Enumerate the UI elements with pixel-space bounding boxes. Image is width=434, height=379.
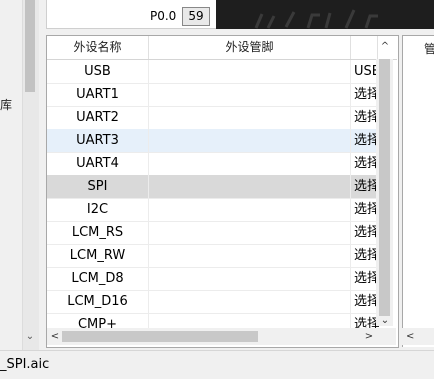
cell-peripheral-name: UART3 — [47, 129, 149, 152]
table-row[interactable]: I2C 选择 — [47, 198, 379, 222]
right-table-header: 管 — [424, 42, 434, 56]
chip-image — [216, 0, 434, 29]
cell-peripheral-name: LCM_RW — [47, 244, 149, 267]
cell-peripheral-name: UART1 — [47, 83, 149, 106]
cell-peripheral-pin — [149, 106, 351, 129]
table-header: 外设名称 外设管脚 — [47, 36, 397, 60]
cell-select-action[interactable]: 选择 — [352, 152, 379, 175]
cell-select-action[interactable]: 选择 — [352, 83, 379, 106]
scroll-left-icon[interactable]: < — [48, 328, 62, 345]
scroll-up-icon[interactable]: ^ — [377, 38, 393, 56]
cell-peripheral-pin — [149, 221, 351, 244]
table-row[interactable]: USB USB — [47, 60, 379, 84]
table-row[interactable]: UART3 选择 — [47, 129, 379, 153]
table-row[interactable]: LCM_RW 选择 — [47, 244, 379, 268]
column-header-action[interactable] — [351, 36, 378, 59]
column-header-name[interactable]: 外设名称 — [47, 36, 149, 59]
cell-peripheral-name: SPI — [47, 175, 149, 198]
port-label: P0.0 — [150, 9, 177, 23]
scroll-right-icon[interactable]: > — [362, 328, 376, 345]
cell-select-action[interactable]: 选择 — [352, 267, 379, 290]
cell-peripheral-name: USB — [47, 60, 149, 83]
status-bar — [0, 350, 434, 379]
table-row[interactable]: SPI 选择 — [47, 175, 379, 199]
scrollbar-corner — [377, 328, 396, 345]
cell-select-action[interactable]: 选择 — [352, 129, 379, 152]
status-filename: _SPI.aic — [0, 357, 50, 372]
cell-peripheral-pin — [149, 198, 351, 221]
column-header-pin[interactable]: 外设管脚 — [149, 36, 351, 59]
cell-peripheral-pin — [149, 290, 351, 313]
cell-peripheral-name: UART4 — [47, 152, 149, 175]
cell-peripheral-name: LCM_RS — [47, 221, 149, 244]
table-row[interactable]: UART2 选择 — [47, 106, 379, 130]
cell-peripheral-pin — [149, 60, 351, 83]
right-table-panel — [402, 35, 434, 347]
cell-select-action[interactable]: 选择 — [352, 198, 379, 221]
table-row[interactable]: LCM_D16 选择 — [47, 290, 379, 314]
cell-peripheral-pin — [149, 129, 351, 152]
port-value-box[interactable]: 59 — [182, 7, 210, 26]
cell-select-action[interactable]: 选择 — [352, 244, 379, 267]
scroll-down-icon[interactable]: ⌄ — [22, 328, 38, 346]
cell-peripheral-name: UART2 — [47, 106, 149, 129]
table-row[interactable]: UART4 选择 — [47, 152, 379, 176]
cell-peripheral-name: I2C — [47, 198, 149, 221]
cell-select-action[interactable]: 选择 — [352, 221, 379, 244]
cell-select-action[interactable]: USB — [352, 60, 379, 83]
cell-peripheral-pin — [149, 244, 351, 267]
table-row[interactable]: UART1 选择 — [47, 83, 379, 107]
table-vertical-scroll-thumb[interactable] — [379, 59, 390, 316]
cell-select-action[interactable]: 选择 — [352, 290, 379, 313]
cell-peripheral-pin — [149, 152, 351, 175]
table-row[interactable]: LCM_RS 选择 — [47, 221, 379, 245]
scroll-left-icon[interactable]: < — [406, 328, 414, 345]
scroll-down-icon[interactable]: ⌄ — [377, 314, 393, 328]
cell-peripheral-pin — [149, 175, 351, 198]
left-panel-partial-text: 库 — [0, 98, 13, 112]
left-panel-scroll-thumb[interactable] — [25, 0, 35, 92]
cell-peripheral-pin — [149, 267, 351, 290]
table-row[interactable]: LCM_D8 选择 — [47, 267, 379, 291]
cell-peripheral-name: LCM_D8 — [47, 267, 149, 290]
cell-select-action[interactable]: 选择 — [352, 106, 379, 129]
chip-image-area — [216, 0, 434, 29]
table-horizontal-scroll-thumb[interactable] — [62, 331, 258, 342]
cell-peripheral-pin — [149, 83, 351, 106]
cell-select-action[interactable]: 选择 — [352, 175, 379, 198]
cell-peripheral-name: LCM_D16 — [47, 290, 149, 313]
